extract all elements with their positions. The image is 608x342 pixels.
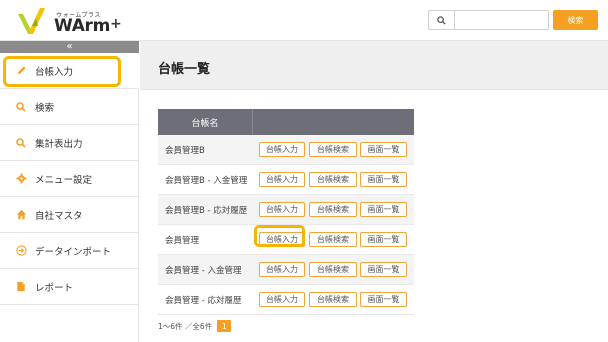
table-header: 台帳名: [158, 109, 414, 135]
search-icon: [15, 137, 27, 149]
search-box: [428, 10, 549, 30]
sidebar-item-label: 台帳入力: [35, 66, 74, 78]
screen-list-button[interactable]: 画面一覧: [360, 142, 407, 157]
ledger-name: 会員管理B - 入金管理: [165, 176, 248, 186]
ledger-input-button[interactable]: 台帳入力: [259, 292, 305, 307]
sidebar-item-report[interactable]: レポート: [0, 269, 139, 305]
ledger-input-button[interactable]: 台帳入力: [259, 262, 305, 277]
search-icon: [429, 11, 455, 29]
sidebar-item-label: 集計表出力: [35, 138, 83, 150]
ledger-name: 会員管理B - 応対履歴: [165, 206, 248, 216]
ledger-name: 会員管理 - 入金管理: [165, 266, 242, 276]
search-icon: [15, 101, 27, 113]
ledger-input-button[interactable]: 台帳入力: [259, 232, 305, 247]
ledger-search-button[interactable]: 台帳検索: [309, 232, 357, 247]
pagination-summary: 1～6件 ／全6件: [158, 321, 213, 331]
search-input[interactable]: [456, 11, 548, 29]
document-icon: [15, 281, 27, 293]
table-row: 会員管理 - 入金管理 台帳入力 台帳検索 画面一覧: [158, 255, 414, 285]
screen-list-button[interactable]: 画面一覧: [360, 202, 407, 217]
table-row: 会員管理 台帳入力 台帳検索 画面一覧: [158, 225, 414, 255]
ledger-name: 会員管理: [165, 236, 200, 246]
ledger-search-button[interactable]: 台帳検索: [309, 262, 357, 277]
sidebar-item-data-import[interactable]: データインポート: [0, 233, 139, 269]
pencil-icon: [15, 65, 27, 77]
logo-wordmark: WArm+: [54, 16, 122, 36]
ledger-search-button[interactable]: 台帳検索: [309, 172, 357, 187]
sidebar-item-label: レポート: [35, 282, 74, 294]
ledger-input-button[interactable]: 台帳入力: [259, 142, 305, 157]
sidebar-item-company-master[interactable]: 自社マスタ: [0, 197, 139, 233]
sidebar-collapse-button[interactable]: «: [0, 41, 139, 53]
ledger-name: 会員管理B: [165, 146, 205, 156]
title-bar: 台帳一覧: [140, 41, 608, 90]
logo-text: WArm: [54, 16, 111, 36]
ledger-search-button[interactable]: 台帳検索: [309, 142, 357, 157]
logo-plus: +: [110, 16, 122, 32]
sidebar-item-label: データインポート: [35, 246, 112, 258]
ledger-search-button[interactable]: 台帳検索: [309, 202, 357, 217]
screen-list-button[interactable]: 画面一覧: [360, 172, 407, 187]
header: ウォームプラス WArm+ 検索: [0, 0, 608, 41]
logo-mark-icon: [18, 8, 45, 34]
table-row: 会員管理B 台帳入力 台帳検索 画面一覧: [158, 135, 414, 165]
gear-icon: [15, 173, 27, 185]
table-row: 会員管理 - 応対履歴 台帳入力 台帳検索 画面一覧: [158, 285, 414, 315]
ledger-name: 会員管理 - 応対履歴: [165, 296, 242, 306]
ledger-input-button[interactable]: 台帳入力: [259, 172, 305, 187]
app-window: ウォームプラス WArm+ 検索 « 台帳入力 検索 集計表出力 メニュー設定 …: [0, 0, 608, 342]
logo[interactable]: ウォームプラス WArm+: [14, 4, 134, 38]
main-content: 台帳一覧 台帳名 会員管理B 台帳入力 台帳検索 画面一覧 会員管理B - 入金…: [140, 41, 608, 342]
table-row: 会員管理B - 応対履歴 台帳入力 台帳検索 画面一覧: [158, 195, 414, 225]
sidebar-item-label: 自社マスタ: [35, 210, 83, 222]
sidebar-item-search[interactable]: 検索: [0, 89, 139, 125]
pagination: 1～6件 ／全6件 1: [158, 320, 232, 332]
search-button[interactable]: 検索: [553, 10, 598, 30]
screen-list-button[interactable]: 画面一覧: [360, 292, 407, 307]
sidebar-item-label: メニュー設定: [35, 174, 93, 186]
home-icon: [15, 209, 27, 221]
sidebar-item-summary-output[interactable]: 集計表出力: [0, 125, 139, 161]
sidebar-item-label: 検索: [35, 102, 55, 114]
page-number-button[interactable]: 1: [217, 320, 232, 332]
screen-list-button[interactable]: 画面一覧: [360, 232, 407, 247]
sidebar-item-ledger-input[interactable]: 台帳入力: [0, 53, 139, 89]
screen-list-button[interactable]: 画面一覧: [360, 262, 407, 277]
ledger-search-button[interactable]: 台帳検索: [309, 292, 357, 307]
table-row: 会員管理B - 入金管理 台帳入力 台帳検索 画面一覧: [158, 165, 414, 195]
ledger-input-button[interactable]: 台帳入力: [259, 202, 305, 217]
column-header-ledger-name: 台帳名: [158, 109, 253, 135]
import-icon: [15, 245, 27, 257]
sidebar: « 台帳入力 検索 集計表出力 メニュー設定 自社マスタ データインポート レポ…: [0, 41, 139, 342]
sidebar-item-menu-settings[interactable]: メニュー設定: [0, 161, 139, 197]
page-title: 台帳一覧: [158, 62, 211, 77]
